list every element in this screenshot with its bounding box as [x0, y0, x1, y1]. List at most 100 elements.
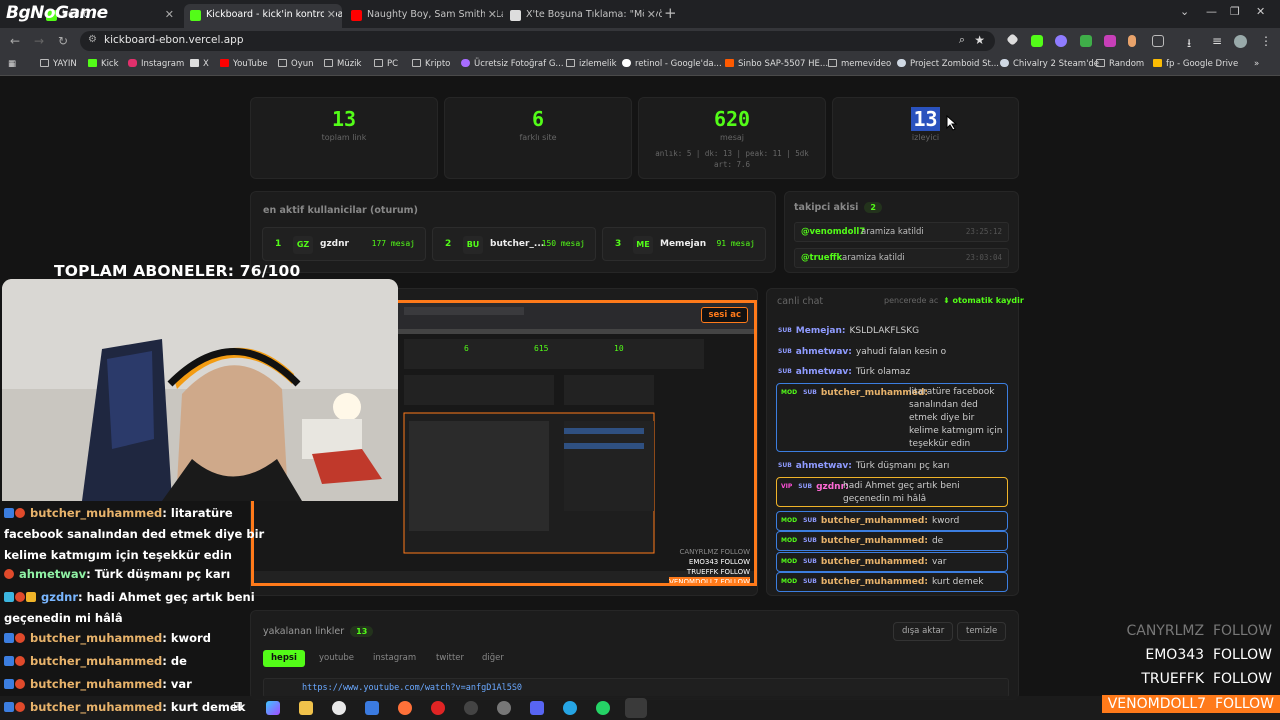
extension-icon[interactable]	[1006, 33, 1019, 46]
chat-message: SUB Memejan: KSLDLAKFLSKG	[776, 324, 1008, 338]
tab-all[interactable]: hepsi	[263, 650, 305, 667]
bookmark-photo[interactable]: Ücretsiz Fotoğraf G...	[461, 59, 564, 69]
bookmark-retinol[interactable]: retinol - Google'da...	[622, 59, 722, 69]
site-info-icon[interactable]: ⚙	[88, 34, 97, 45]
chat-user[interactable]: butcher_muhammed:	[821, 536, 928, 546]
minimize-icon[interactable]: —	[1206, 5, 1217, 18]
popout-button[interactable]: pencerede ac	[884, 296, 938, 305]
active-app-chrome-icon[interactable]	[625, 698, 647, 718]
media-control-icon[interactable]: ≡	[1212, 34, 1222, 48]
mail-icon[interactable]	[365, 701, 379, 715]
tab-youtube[interactable]: Naughty Boy, Sam Smith - La la ✕	[345, 4, 503, 28]
telegram-icon[interactable]	[563, 701, 577, 715]
list-item[interactable]: 3 ME Memejan 91 mesaj	[602, 227, 766, 261]
extensions-puzzle-icon[interactable]	[1152, 35, 1164, 47]
selected-text: 13	[911, 107, 940, 131]
chat-user[interactable]: butcher_muhammed:	[821, 557, 928, 567]
follow-name: CANYRLMZ	[1126, 623, 1205, 639]
copilot-icon[interactable]	[266, 701, 280, 715]
opera-icon[interactable]	[431, 701, 445, 715]
chrome-icon[interactable]	[332, 701, 346, 715]
url-input[interactable]: ⚙ kickboard-ebon.vercel.app ⌕ ★	[80, 31, 995, 51]
avatar: BU	[463, 236, 483, 254]
forward-icon[interactable]: →	[34, 34, 44, 48]
extension-icon[interactable]	[1031, 35, 1043, 47]
tab-kickboard-2[interactable]: Kickboard - kick'in kontrol pane ✕	[184, 4, 342, 28]
adblock-icon[interactable]	[1080, 35, 1092, 47]
message-count: 177 mesaj	[371, 239, 415, 248]
bookmark-zomboid[interactable]: Project Zomboid St...	[897, 59, 999, 69]
tab-twitter[interactable]: twitter	[428, 650, 472, 667]
unmute-button[interactable]: sesi ac	[701, 307, 748, 323]
restore-icon[interactable]: ❐	[1230, 5, 1240, 18]
menu-icon[interactable]: ⋮	[1260, 34, 1272, 48]
kick-icon	[88, 59, 97, 67]
file-explorer-icon[interactable]	[299, 701, 313, 715]
bookmark-youtube[interactable]: YouTube	[220, 59, 268, 69]
extension-icon[interactable]	[1055, 35, 1067, 47]
close-window-icon[interactable]: ✕	[1256, 5, 1265, 18]
obs-icon[interactable]	[464, 701, 478, 715]
chat-user[interactable]: Memejan:	[796, 326, 846, 336]
chat-user[interactable]: ahmetwav:	[796, 461, 852, 471]
message-count: 150 mesaj	[541, 239, 585, 248]
sub-badge: SUB	[778, 462, 792, 469]
chat-user[interactable]: butcher_muhammed:	[821, 577, 928, 587]
avatar[interactable]	[1234, 35, 1247, 48]
tab-search-icon[interactable]: ⌄	[1180, 5, 1189, 18]
bookmark-izlemelik[interactable]: izlemelik	[566, 59, 617, 69]
bookmark-label: Sinbo SAP-5507 HE...	[738, 59, 829, 69]
bookmark-muzik[interactable]: Müzik	[324, 59, 361, 69]
reload-icon[interactable]: ↻	[58, 34, 68, 48]
back-icon[interactable]: ←	[10, 34, 20, 48]
bookmark-star-icon[interactable]: ★	[974, 33, 985, 47]
mod-icon	[4, 508, 14, 518]
bookmark-oyun[interactable]: Oyun	[278, 59, 314, 69]
close-icon[interactable]: ✕	[643, 8, 656, 21]
list-item[interactable]: 2 BU butcher_... 150 mesaj	[432, 227, 596, 261]
whatsapp-icon[interactable]	[596, 701, 610, 715]
autoscroll-toggle[interactable]: ⇟ otomatik kaydir	[943, 296, 1024, 305]
more-bookmarks-icon[interactable]: »	[1254, 59, 1259, 69]
user-name: Memejan	[660, 239, 707, 249]
webcam-overlay	[2, 279, 398, 501]
apps-icon[interactable]: ▦	[8, 59, 16, 69]
bookmark-instagram[interactable]: Instagram	[128, 59, 184, 69]
chat-user[interactable]: butcher_muhammed:	[821, 516, 928, 526]
bookmark-random[interactable]: Random	[1096, 59, 1144, 69]
bookmark-sinbo[interactable]: Sinbo SAP-5507 HE...	[725, 59, 828, 69]
app-icon[interactable]	[497, 701, 511, 715]
bookmark-pc[interactable]: PC	[374, 59, 398, 69]
chat-user[interactable]: ahmetwav:	[796, 367, 852, 377]
extension-icon[interactable]	[1128, 35, 1136, 47]
link-row[interactable]: https://www.youtube.com/watch?v=anfgD1Al…	[263, 678, 1009, 698]
new-tab-icon[interactable]: +	[664, 4, 677, 22]
chat-text: yahudi falan kesin o	[855, 347, 947, 357]
tab-x[interactable]: X'te Boşuna Tıklama: "Mösyö Tu ✕	[504, 4, 662, 28]
download-icon[interactable]: ⭳	[1187, 34, 1191, 55]
chat-user[interactable]: ahmetwav:	[796, 347, 852, 357]
clear-button[interactable]: temizle	[957, 622, 1007, 641]
instagram-icon	[128, 59, 137, 67]
extension-icon[interactable]	[1104, 35, 1116, 47]
bookmark-kick[interactable]: Kick	[88, 59, 119, 69]
export-button[interactable]: dışa aktar	[893, 622, 954, 641]
tab-instagram[interactable]: instagram	[365, 650, 424, 667]
tab-youtube[interactable]: youtube	[311, 650, 362, 667]
bookmark-drive[interactable]: fp - Google Drive	[1153, 59, 1238, 69]
bookmark-chivalry[interactable]: Chivalry 2 Steam'de	[1000, 59, 1099, 69]
close-icon[interactable]: ✕	[484, 8, 497, 21]
close-icon[interactable]: ✕	[323, 8, 336, 21]
list-item[interactable]: 1 GZ gzdnr 177 mesaj	[262, 227, 426, 261]
link-url[interactable]: https://www.youtube.com/watch?v=anfgD1Al…	[302, 683, 522, 693]
close-icon[interactable]: ✕	[165, 8, 174, 21]
bookmark-kripto[interactable]: Kripto	[412, 59, 450, 69]
bookmark-yayin[interactable]: YAYIN	[40, 59, 77, 69]
firefox-icon[interactable]	[398, 701, 412, 715]
bookmark-x[interactable]: X	[190, 59, 209, 69]
bookmark-memevideo[interactable]: memevideo	[828, 59, 891, 69]
zoom-icon[interactable]: ⌕	[959, 33, 965, 47]
follow-name: VENOMDOLL7	[1107, 696, 1207, 712]
tab-other[interactable]: diğer	[474, 650, 512, 667]
discord-icon[interactable]	[530, 701, 544, 715]
